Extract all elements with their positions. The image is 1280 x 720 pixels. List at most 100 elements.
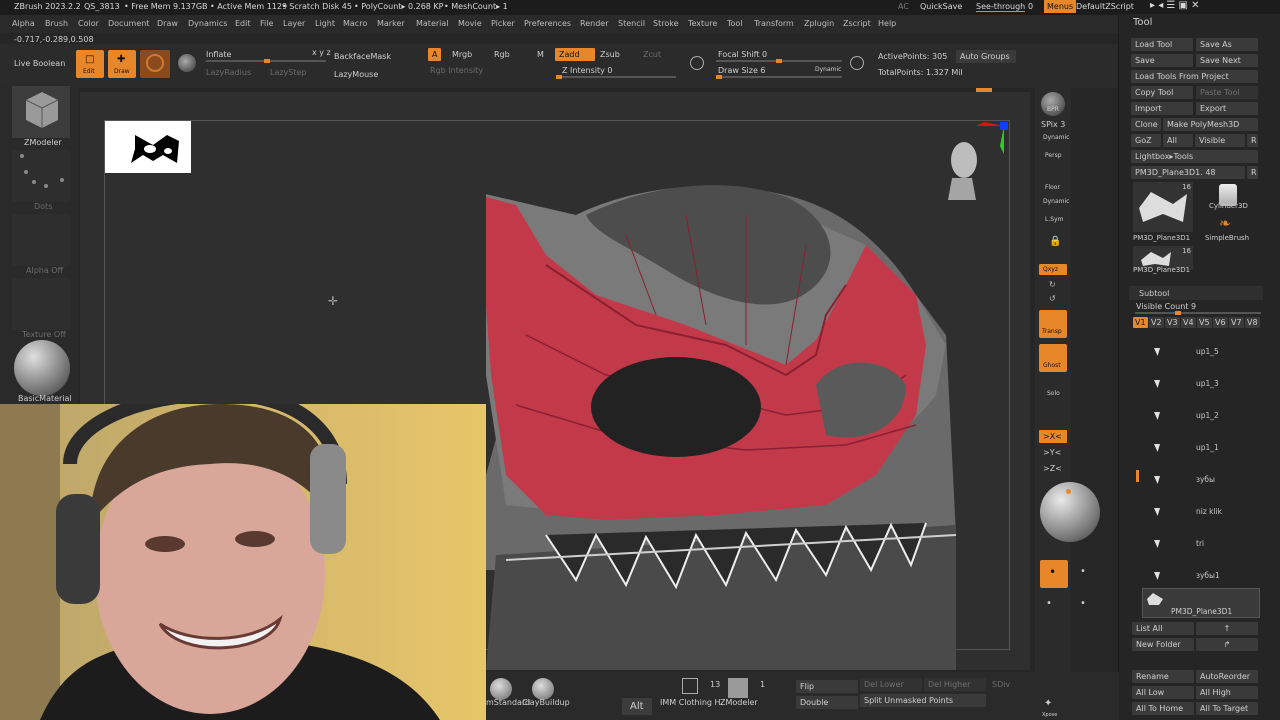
- draw-button[interactable]: ✚ Draw: [108, 50, 136, 78]
- light-3-icon[interactable]: •: [1046, 598, 1052, 609]
- menu-stencil[interactable]: Stencil: [618, 19, 645, 28]
- dynamic-toggle[interactable]: Dynamic: [815, 66, 841, 73]
- zcut-button[interactable]: Zcut: [643, 50, 661, 59]
- draw-size-slider[interactable]: Draw Size 6: [718, 66, 766, 75]
- new-folder-button[interactable]: New Folder: [1132, 638, 1194, 651]
- menu-light[interactable]: Light: [315, 19, 335, 28]
- menu-marker[interactable]: Marker: [377, 19, 405, 28]
- menu-zplugin[interactable]: Zplugin: [804, 19, 834, 28]
- clone-button[interactable]: Clone: [1131, 118, 1161, 131]
- subtool-row[interactable]: up1_5: [1140, 346, 1260, 360]
- standard-brush-thumbnail[interactable]: [490, 678, 512, 700]
- focal-shift-slider[interactable]: Focal Shift 0: [718, 50, 767, 59]
- split-unmasked-button[interactable]: Split Unmasked Points: [860, 694, 986, 707]
- menu-stroke[interactable]: Stroke: [653, 19, 679, 28]
- rotate-z-icon[interactable]: ↺: [1049, 294, 1056, 303]
- all-low-button[interactable]: All Low: [1132, 686, 1194, 699]
- current-tool-r-button[interactable]: R: [1247, 166, 1258, 179]
- zmodeler-brush-thumbnail[interactable]: [12, 86, 70, 138]
- rename-button[interactable]: Rename: [1132, 670, 1194, 683]
- tool-thumbnail-1[interactable]: 16: [1133, 182, 1193, 232]
- light-2-icon[interactable]: •: [1080, 566, 1086, 577]
- dynamic-persp-toggle[interactable]: Dynamic: [1043, 134, 1069, 141]
- light-position-marker[interactable]: [1066, 489, 1071, 494]
- visible-count-slider[interactable]: Visible Count 9: [1136, 302, 1196, 311]
- list-all-button[interactable]: List All: [1132, 622, 1194, 635]
- goz-all-button[interactable]: All: [1163, 134, 1193, 147]
- edit-button[interactable]: □ Edit: [76, 50, 104, 78]
- menu-texture[interactable]: Texture: [688, 19, 717, 28]
- spix-slider[interactable]: SPix 3: [1041, 120, 1065, 129]
- x-symmetry-button[interactable]: >X<: [1039, 430, 1067, 443]
- subtool-row[interactable]: up1_3: [1140, 378, 1260, 392]
- menu-render[interactable]: Render: [580, 19, 608, 28]
- save-as-button[interactable]: Save As: [1196, 38, 1258, 51]
- version-tab-v3[interactable]: V3: [1165, 317, 1180, 328]
- goz-button[interactable]: GoZ: [1131, 134, 1161, 147]
- rgb-button[interactable]: Rgb: [494, 50, 510, 59]
- ghost-button[interactable]: Ghost: [1039, 344, 1067, 372]
- del-higher-button[interactable]: Del Higher: [924, 678, 986, 691]
- auto-groups-button[interactable]: Auto Groups: [956, 50, 1016, 63]
- m-button[interactable]: M: [537, 50, 544, 59]
- lazymouse-button[interactable]: LazyMouse: [334, 70, 378, 79]
- z-intensity-slider[interactable]: Z Intensity 0: [562, 66, 612, 75]
- version-tab-v7[interactable]: V7: [1229, 317, 1244, 328]
- menu-movie[interactable]: Movie: [458, 19, 482, 28]
- quicksave-button[interactable]: QuickSave: [920, 2, 962, 11]
- zsub-button[interactable]: Zsub: [600, 50, 620, 59]
- imm-brush-icon[interactable]: [682, 678, 698, 694]
- zmodeler-brush-icon[interactable]: [728, 678, 748, 698]
- symmetry-ball-icon[interactable]: [178, 54, 196, 72]
- a-button[interactable]: A: [428, 48, 442, 61]
- lsym-button[interactable]: L.Sym: [1045, 216, 1063, 223]
- seethrough-slider[interactable]: See-through: [976, 2, 1026, 12]
- all-to-target-button[interactable]: All To Target: [1196, 702, 1258, 715]
- import-button[interactable]: Import: [1131, 102, 1193, 115]
- sdiv-slider[interactable]: SDiv: [992, 680, 1010, 689]
- menu-layer[interactable]: Layer: [283, 19, 305, 28]
- version-tab-v1[interactable]: V1: [1133, 317, 1148, 328]
- paste-tool-button[interactable]: Paste Tool: [1196, 86, 1258, 99]
- version-tab-v5[interactable]: V5: [1197, 317, 1212, 328]
- menu-picker[interactable]: Picker: [491, 19, 515, 28]
- subtool-row[interactable]: up1_1: [1140, 442, 1260, 456]
- mrgb-button[interactable]: Mrgb: [452, 50, 472, 59]
- subtool-row[interactable]: зубы: [1140, 474, 1260, 488]
- menu-macro[interactable]: Macro: [343, 19, 367, 28]
- subtool-header[interactable]: Subtool: [1129, 286, 1263, 300]
- selected-subtool-row[interactable]: PM3D_Plane3D1: [1142, 588, 1260, 618]
- version-tab-v2[interactable]: V2: [1149, 317, 1164, 328]
- rgb-intensity-slider[interactable]: Rgb Intensity: [430, 66, 483, 75]
- subtool-row[interactable]: зубы1: [1140, 570, 1260, 584]
- subtool-row[interactable]: niz klik: [1140, 506, 1260, 520]
- xpose-icon[interactable]: ✦: [1044, 698, 1052, 709]
- subtool-scroll-marker[interactable]: [1136, 470, 1139, 482]
- rotate-button[interactable]: [140, 50, 170, 78]
- mask-model[interactable]: [486, 175, 956, 670]
- export-button[interactable]: Export: [1196, 102, 1258, 115]
- draw-size-icon[interactable]: [850, 56, 864, 70]
- version-tab-v6[interactable]: V6: [1213, 317, 1228, 328]
- zadd-button[interactable]: Zadd: [555, 48, 595, 61]
- dots-stroke-thumbnail[interactable]: [12, 150, 70, 202]
- current-tool-slider[interactable]: PM3D_Plane3D1. 48: [1131, 166, 1245, 179]
- menu-document[interactable]: Document: [108, 19, 149, 28]
- all-high-button[interactable]: All High: [1196, 686, 1258, 699]
- menu-dynamics[interactable]: Dynamics: [188, 19, 227, 28]
- persp-button[interactable]: Persp: [1045, 152, 1062, 159]
- subtool-row[interactable]: tri: [1140, 538, 1260, 552]
- make-polymesh-button[interactable]: Make PolyMesh3D: [1163, 118, 1258, 131]
- focal-icon[interactable]: [690, 56, 704, 70]
- alpha-thumbnail[interactable]: [12, 214, 70, 266]
- menu-zscript[interactable]: Zscript: [843, 19, 871, 28]
- version-tab-v8[interactable]: V8: [1245, 317, 1260, 328]
- menu-color[interactable]: Color: [78, 19, 99, 28]
- save-button[interactable]: Save: [1131, 54, 1193, 67]
- inflate-slider[interactable]: [206, 59, 326, 63]
- claybuildup-brush-thumbnail[interactable]: [532, 678, 554, 700]
- live-boolean-button[interactable]: Live Boolean: [14, 59, 65, 68]
- load-tool-button[interactable]: Load Tool: [1131, 38, 1193, 51]
- light-4-icon[interactable]: •: [1080, 598, 1086, 609]
- menu-tool[interactable]: Tool: [727, 19, 743, 28]
